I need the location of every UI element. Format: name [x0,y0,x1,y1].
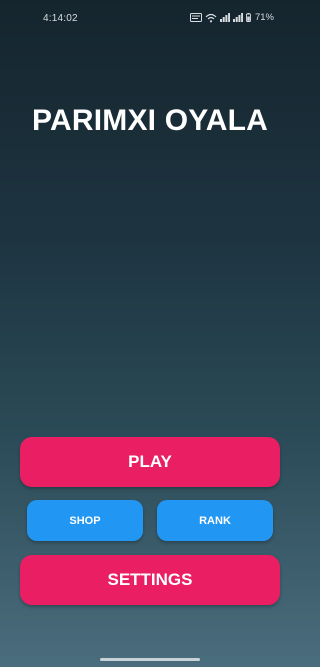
wifi-icon [205,13,217,23]
volte-icon [189,13,202,22]
signal-icon-2 [232,13,243,22]
status-bar: 4:14:02 71% [0,0,300,40]
settings-button[interactable]: SETTINGS [20,555,280,605]
gesture-nav-handle[interactable] [100,658,200,661]
shop-button[interactable]: SHOP [27,500,143,541]
signal-icon [219,13,230,22]
app-title: PARIMXI OYALA [32,104,268,137]
status-time: 4:14:02 [43,13,78,24]
battery-percent: 71% [254,12,274,23]
rank-button[interactable]: RANK [157,500,273,541]
status-icons: 71% [189,12,274,23]
play-button[interactable]: PLAY [20,437,280,487]
battery-icon [246,13,251,22]
